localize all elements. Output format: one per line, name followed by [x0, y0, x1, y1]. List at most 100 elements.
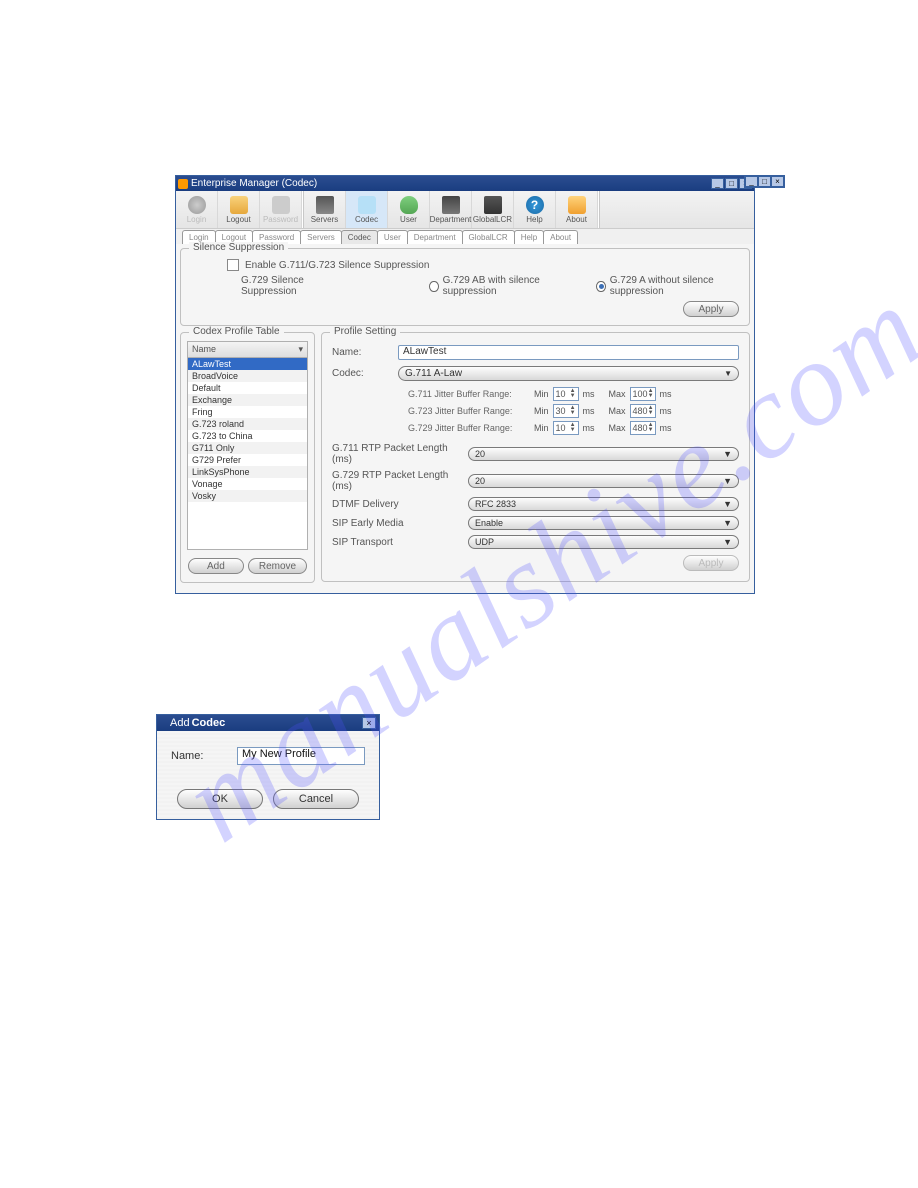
list-item[interactable]: Vosky — [188, 490, 307, 502]
minimize-button[interactable]: _ — [711, 178, 724, 189]
toolbar-label: Servers — [311, 215, 339, 224]
java-icon — [160, 718, 170, 728]
toolbar-about-button[interactable]: About — [556, 191, 598, 228]
radio-g729ab[interactable] — [429, 281, 438, 292]
list-item[interactable]: Exchange — [188, 394, 307, 406]
list-item[interactable]: LinkSysPhone — [188, 466, 307, 478]
toolbar-label: Help — [526, 215, 542, 224]
list-item[interactable]: G729 Prefer — [188, 454, 307, 466]
max-label: Max — [609, 389, 626, 399]
tab-codec[interactable]: Codec — [341, 230, 378, 244]
tab-servers[interactable]: Servers — [300, 230, 342, 244]
toolbar-label: Login — [187, 215, 207, 224]
logout-icon — [230, 196, 248, 214]
profile-table-header[interactable]: Name ▾ — [187, 341, 308, 358]
profile-name-label: Name: — [332, 347, 398, 358]
setting-label: SIP Early Media — [332, 518, 468, 529]
dialog-title-prefix: Add — [170, 717, 190, 729]
silence-apply-button[interactable]: Apply — [683, 301, 739, 317]
user-icon — [400, 196, 418, 214]
setting-combo[interactable]: 20▼ — [468, 474, 739, 488]
min-label: Min — [534, 423, 549, 433]
toolbar-globallcr-button[interactable]: GlobalLCR — [472, 191, 514, 228]
setting-combo[interactable]: 20▼ — [468, 447, 739, 461]
toolbar-login-button: Login — [176, 191, 218, 228]
sort-indicator: ▾ — [298, 344, 303, 355]
toolbar-logout-button[interactable]: Logout — [218, 191, 260, 228]
toolbar-codec-button[interactable]: Codec — [346, 191, 388, 228]
toolbar-department-button[interactable]: Department — [430, 191, 472, 228]
setting-value: UDP — [475, 537, 494, 547]
setting-row: SIP TransportUDP▼ — [332, 535, 739, 549]
dialog-title-bold: Codec — [192, 717, 226, 729]
about-icon — [568, 196, 586, 214]
profile-codec-combo[interactable]: G.711 A-Law ▼ — [398, 366, 739, 381]
radio-g729a-label: G.729 A without silence suppression — [610, 275, 739, 297]
shadow-close-icon: × — [771, 176, 784, 187]
tab-help[interactable]: Help — [514, 230, 544, 244]
dialog-close-button[interactable]: × — [362, 717, 376, 729]
list-item[interactable]: ALawTest — [188, 358, 307, 370]
jitter-label: G.729 Jitter Buffer Range: — [408, 423, 530, 433]
codec-page: Silence Suppression Enable G.711/G.723 S… — [176, 244, 754, 593]
jitter-min-spinner[interactable]: 30▲▼ — [553, 404, 579, 418]
enable-silence-checkbox[interactable] — [227, 259, 239, 271]
setting-label: SIP Transport — [332, 537, 468, 548]
list-item[interactable]: Default — [188, 382, 307, 394]
toolbar-servers-button[interactable]: Servers — [304, 191, 346, 228]
profile-name-input[interactable]: ALawTest — [398, 345, 739, 360]
setting-combo[interactable]: UDP▼ — [468, 535, 739, 549]
dialog-ok-button[interactable]: OK — [177, 789, 263, 809]
list-item[interactable]: G.723 roland — [188, 418, 307, 430]
profile-codec-value: G.711 A-Law — [405, 368, 462, 379]
jitter-row-g723: G.723 Jitter Buffer Range:Min30▲▼msMax48… — [408, 404, 739, 418]
remove-profile-button[interactable]: Remove — [248, 558, 307, 574]
window-shadow-controls: _ □ × — [744, 175, 785, 188]
list-item[interactable]: G711 Only — [188, 442, 307, 454]
profile-setting-title: Profile Setting — [330, 326, 400, 337]
toolbar-label: User — [400, 215, 417, 224]
list-item[interactable]: G.723 to China — [188, 430, 307, 442]
tab-globallcr[interactable]: GlobalLCR — [462, 230, 515, 244]
list-item[interactable]: BroadVoice — [188, 370, 307, 382]
main-window: _ □ × Enterprise Manager (Codec) _ □ × L… — [175, 175, 755, 594]
setting-value: 20 — [475, 449, 485, 459]
jitter-max-spinner[interactable]: 480▲▼ — [630, 404, 656, 418]
dialog-titlebar: Add Codec × — [157, 715, 379, 731]
setting-combo[interactable]: RFC 2833▼ — [468, 497, 739, 511]
jitter-min-spinner[interactable]: 10▲▼ — [553, 387, 579, 401]
list-item[interactable]: Vonage — [188, 478, 307, 490]
jitter-max-spinner[interactable]: 480▲▼ — [630, 421, 656, 435]
shadow-min-icon: _ — [745, 176, 758, 187]
tab-user[interactable]: User — [377, 230, 408, 244]
codec-icon — [358, 196, 376, 214]
silence-title: Silence Suppression — [189, 242, 288, 253]
dialog-name-label: Name: — [171, 750, 227, 762]
chevron-down-icon: ▼ — [724, 369, 732, 378]
add-profile-button[interactable]: Add — [188, 558, 244, 574]
dialog-name-input[interactable]: My New Profile — [237, 747, 365, 765]
profile-col-name: Name — [192, 344, 216, 355]
toolbar-help-button[interactable]: ?Help — [514, 191, 556, 228]
setting-label: DTMF Delivery — [332, 499, 468, 510]
g729-silence-label: G.729 Silence Suppression — [241, 275, 339, 297]
tab-department[interactable]: Department — [407, 230, 463, 244]
setting-combo[interactable]: Enable▼ — [468, 516, 739, 530]
jitter-max-spinner[interactable]: 100▲▼ — [630, 387, 656, 401]
tab-about[interactable]: About — [543, 230, 578, 244]
maximize-button[interactable]: □ — [725, 178, 738, 189]
window-title: Enterprise Manager (Codec) — [191, 178, 711, 189]
main-toolbar: LoginLogoutPasswordServersCodecUserDepar… — [176, 191, 754, 229]
jitter-min-spinner[interactable]: 10▲▼ — [553, 421, 579, 435]
radio-g729a[interactable] — [596, 281, 605, 292]
codec-profile-table-panel: Codex Profile Table Name ▾ ALawTestBroad… — [180, 332, 315, 583]
java-icon — [178, 179, 188, 189]
dialog-cancel-button[interactable]: Cancel — [273, 789, 359, 809]
setting-label: G.711 RTP Packet Length (ms) — [332, 443, 468, 465]
radio-g729ab-label: G.729 AB with silence suppression — [443, 275, 567, 297]
profile-apply-button[interactable]: Apply — [683, 555, 739, 571]
toolbar-user-button[interactable]: User — [388, 191, 430, 228]
profile-list[interactable]: ALawTestBroadVoiceDefaultExchangeFringG.… — [187, 358, 308, 550]
list-item[interactable]: Fring — [188, 406, 307, 418]
department-icon — [442, 196, 460, 214]
